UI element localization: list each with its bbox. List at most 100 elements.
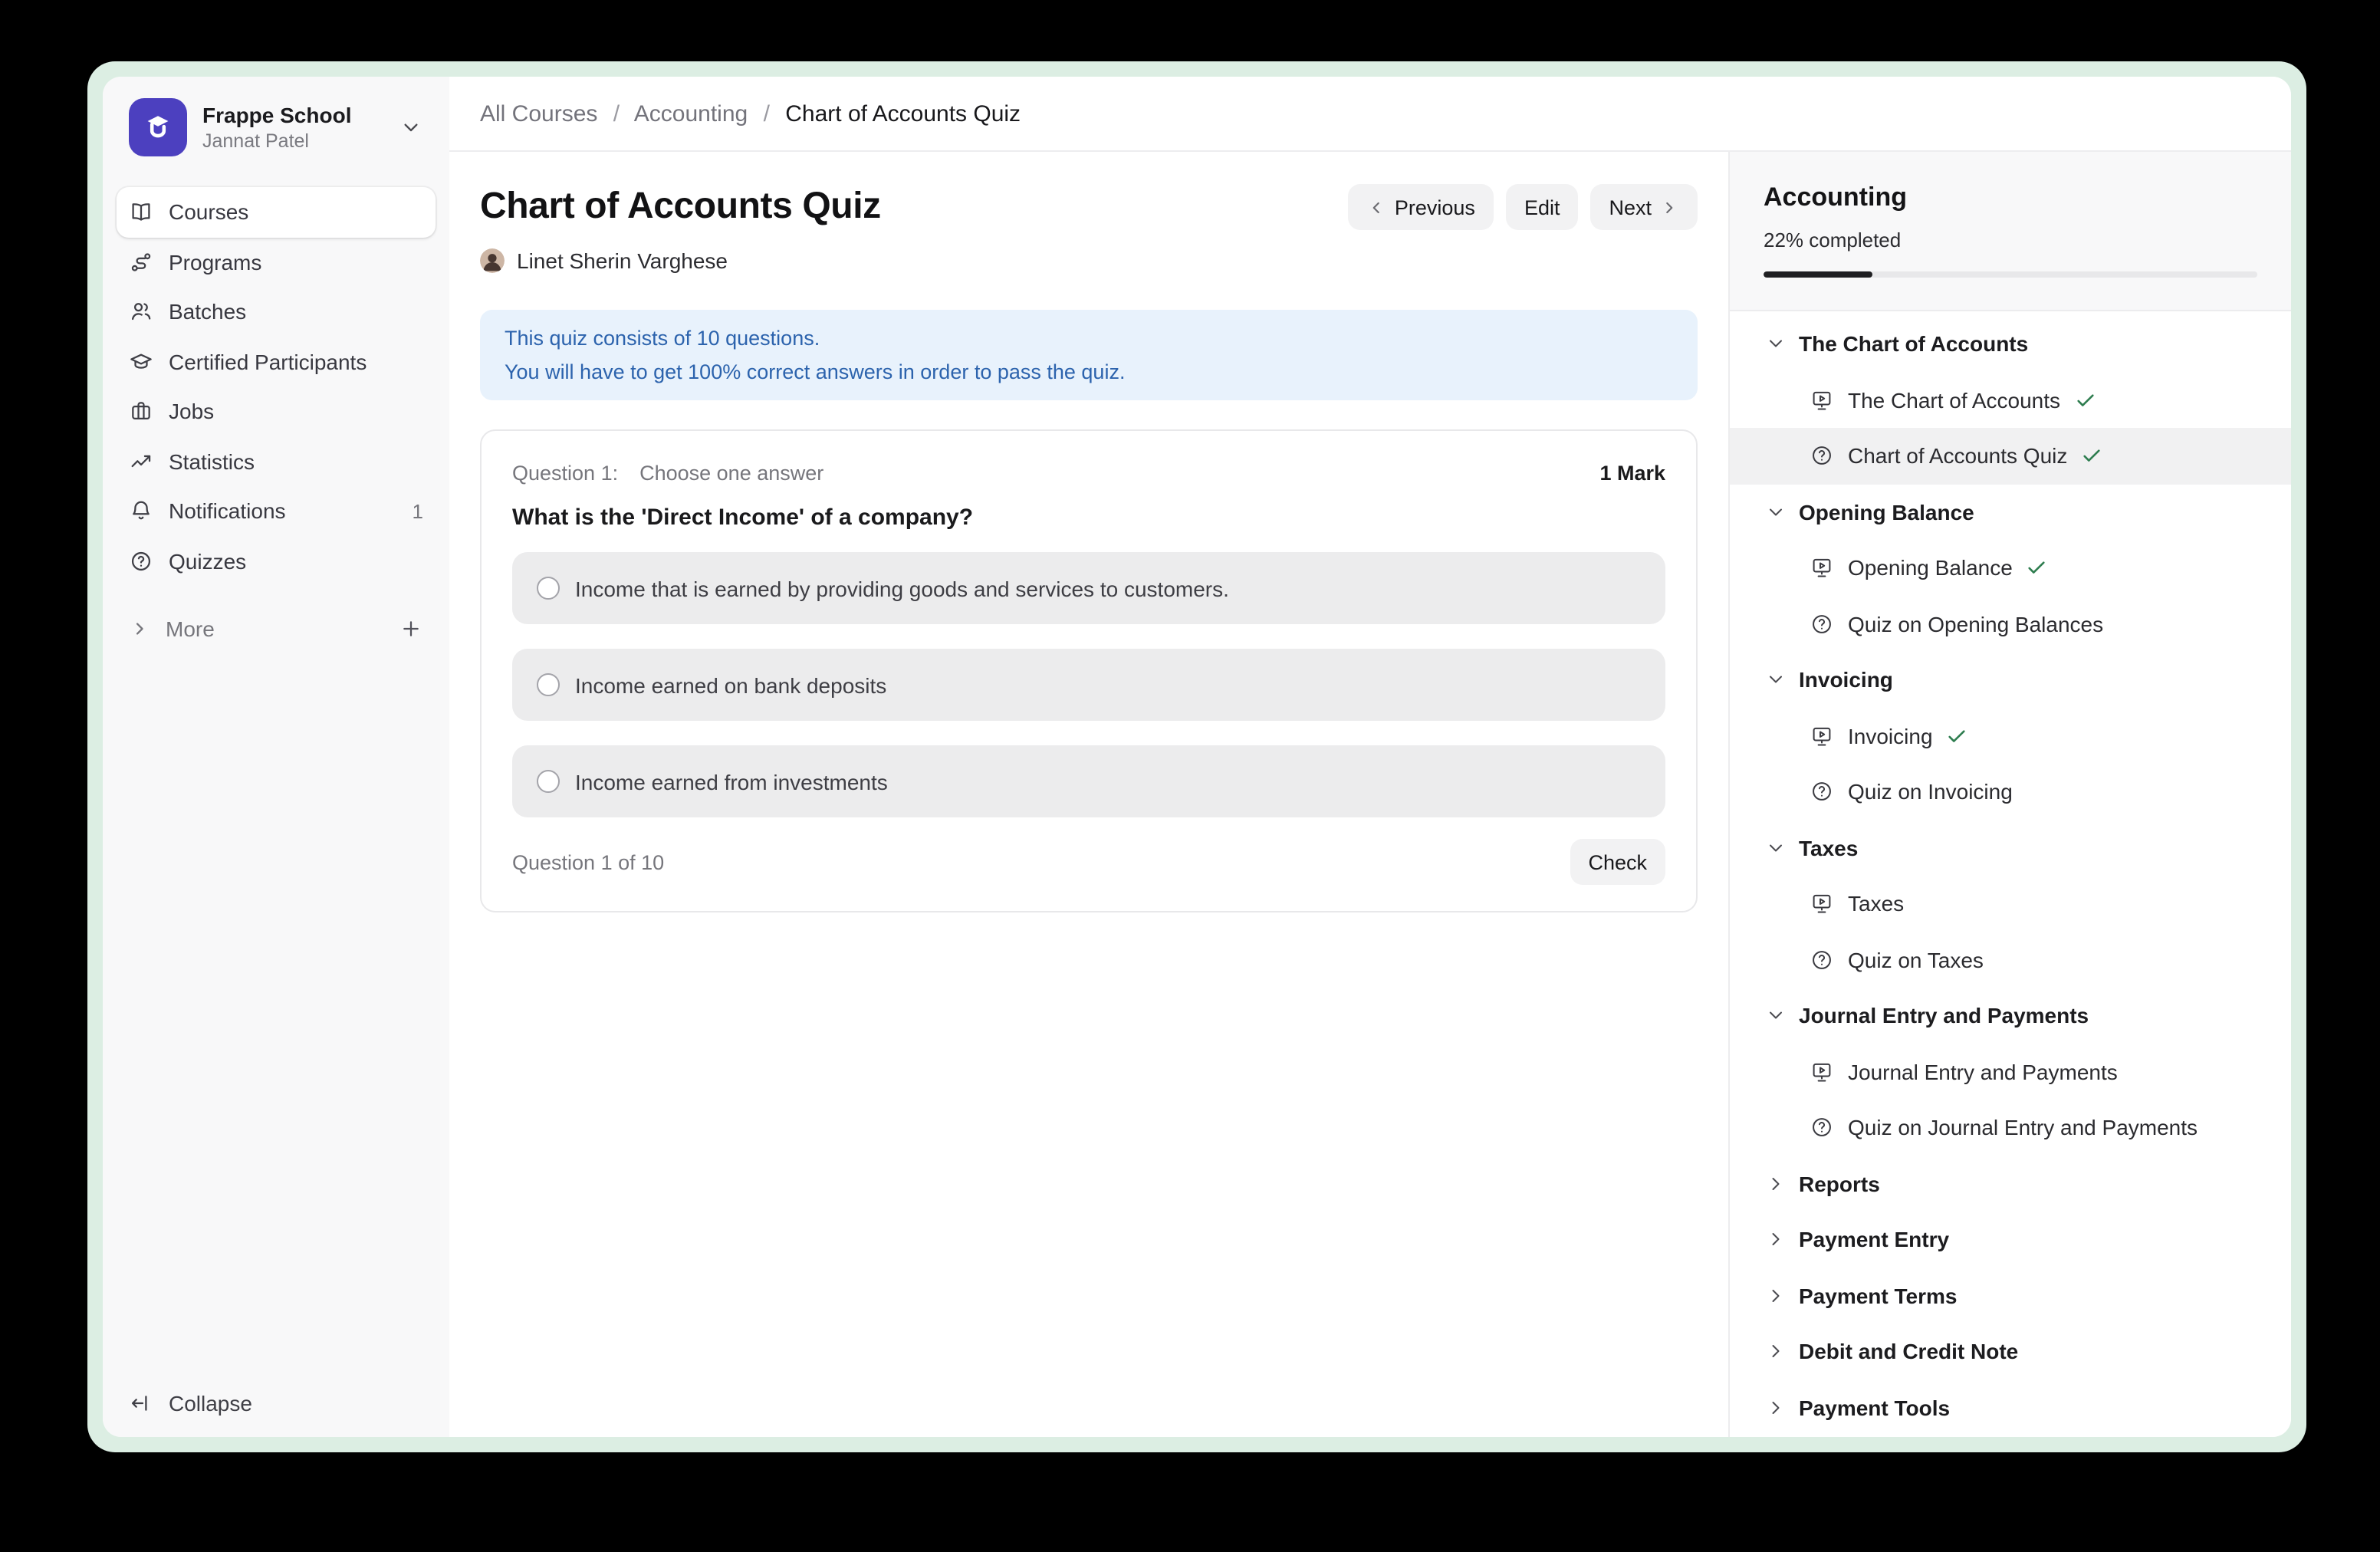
section-title: Payment Terms xyxy=(1799,1284,1957,1308)
app-window: Frappe School Jannat Patel Courses Progra… xyxy=(87,61,2306,1452)
workspace-switcher[interactable]: Frappe School Jannat Patel xyxy=(117,92,436,163)
section-title: Taxes xyxy=(1799,836,1858,860)
notification-count-badge: 1 xyxy=(413,500,423,523)
sidebar-item-label: Certified Participants xyxy=(169,350,367,374)
sidebar-item-more[interactable]: More xyxy=(117,604,436,653)
outline-item-label: Taxes xyxy=(1848,892,1904,916)
outline-section-journal-entry-and-payments[interactable]: Journal Entry and Payments xyxy=(1730,988,2291,1044)
outline-item-taxes[interactable]: Taxes xyxy=(1730,876,2291,932)
outline-item-quiz-on-opening-balances[interactable]: Quiz on Opening Balances xyxy=(1730,596,2291,652)
radio-icon[interactable] xyxy=(537,673,560,696)
course-outline: The Chart of Accounts The Chart of Accoun… xyxy=(1730,311,2291,1437)
outline-item-opening-balance[interactable]: Opening Balance xyxy=(1730,540,2291,596)
breadcrumb-all-courses[interactable]: All Courses xyxy=(480,100,597,127)
outline-section-opening-balance[interactable]: Opening Balance xyxy=(1730,484,2291,540)
quiz-footer: Question 1 of 10 Check xyxy=(512,839,1665,885)
sidebar-item-batches[interactable]: Batches xyxy=(117,287,436,337)
frappe-school-logo-icon xyxy=(129,98,187,156)
trending-up-icon xyxy=(129,449,153,474)
outline-item-quiz-on-taxes[interactable]: Quiz on Taxes xyxy=(1730,932,2291,988)
breadcrumb-separator: / xyxy=(764,100,770,127)
radio-icon[interactable] xyxy=(537,577,560,600)
question-header: Question 1: Choose one answer 1 Mark xyxy=(512,462,1665,485)
chevron-down-icon xyxy=(1767,1007,1785,1025)
course-progress-fill xyxy=(1764,271,1872,278)
sidebar-item-certified-participants[interactable]: Certified Participants xyxy=(117,337,436,386)
sidebar-item-programs[interactable]: Programs xyxy=(117,237,436,287)
lesson-icon xyxy=(1810,892,1834,916)
book-open-icon xyxy=(129,200,153,225)
section-title: Invoicing xyxy=(1799,668,1893,692)
quiz-icon xyxy=(1810,780,1834,804)
section-title: The Chart of Accounts xyxy=(1799,332,2028,357)
chevron-right-icon xyxy=(1767,1287,1785,1305)
completed-check-icon xyxy=(2027,557,2048,579)
bell-icon xyxy=(129,499,153,524)
option-label: Income earned on bank deposits xyxy=(575,672,886,697)
breadcrumb: All Courses / Accounting / Chart of Acco… xyxy=(480,100,1021,127)
outline-section-the-chart-of-accounts[interactable]: The Chart of Accounts xyxy=(1730,316,2291,372)
outline-section-reports[interactable]: Reports xyxy=(1730,1156,2291,1212)
outline-item-quiz-on-journal-entry-and-payments[interactable]: Quiz on Journal Entry and Payments xyxy=(1730,1100,2291,1156)
lesson-icon xyxy=(1810,724,1834,748)
workspace-user: Jannat Patel xyxy=(202,130,351,153)
section-title: Opening Balance xyxy=(1799,500,1974,524)
outline-item-label: Journal Entry and Payments xyxy=(1848,1060,2118,1084)
quiz-icon xyxy=(1810,612,1834,636)
previous-button[interactable]: Previous xyxy=(1349,184,1494,230)
outline-item-journal-entry-and-payments[interactable]: Journal Entry and Payments xyxy=(1730,1044,2291,1100)
outline-section-payment-tools[interactable]: Payment Tools xyxy=(1730,1379,2291,1435)
outline-item-the-chart-of-accounts[interactable]: The Chart of Accounts xyxy=(1730,372,2291,428)
briefcase-icon xyxy=(129,400,153,424)
outline-section-payment-entry[interactable]: Payment Entry xyxy=(1730,1212,2291,1268)
outline-section-taxes[interactable]: Taxes xyxy=(1730,820,2291,876)
sidebar-item-notifications[interactable]: Notifications 1 xyxy=(117,486,436,536)
chevron-down-icon xyxy=(1767,671,1785,689)
sidebar-nav: Courses Programs Batches Certified Particip… xyxy=(103,187,449,586)
breadcrumb-separator: / xyxy=(613,100,620,127)
collapse-sidebar-button[interactable]: Collapse xyxy=(117,1379,436,1428)
sidebar-item-statistics[interactable]: Statistics xyxy=(117,436,436,486)
course-completed-label: 22% completed xyxy=(1764,229,2257,252)
section-title: Payment Entry xyxy=(1799,1228,1949,1252)
sidebar-item-label: Notifications xyxy=(169,499,286,524)
sidebar-item-quizzes[interactable]: Quizzes xyxy=(117,536,436,586)
quiz-option-1[interactable]: Income that is earned by providing goods… xyxy=(512,552,1665,624)
section-title: Journal Entry and Payments xyxy=(1799,1004,2089,1028)
outline-item-chart-of-accounts-quiz[interactable]: Chart of Accounts Quiz xyxy=(1730,428,2291,484)
outline-section-payment-terms[interactable]: Payment Terms xyxy=(1730,1268,2291,1323)
outline-item-quiz-on-invoicing[interactable]: Quiz on Invoicing xyxy=(1730,764,2291,820)
breadcrumb-current: Chart of Accounts Quiz xyxy=(785,100,1021,127)
chevron-down-icon xyxy=(1767,503,1785,521)
sidebar-item-jobs[interactable]: Jobs xyxy=(117,386,436,436)
check-button[interactable]: Check xyxy=(1570,839,1665,885)
breadcrumb-accounting[interactable]: Accounting xyxy=(634,100,748,127)
section-title: Debit and Credit Note xyxy=(1799,1340,2018,1364)
left-sidebar: Frappe School Jannat Patel Courses Progra… xyxy=(103,77,449,1437)
question-progress: Question 1 of 10 xyxy=(512,850,664,873)
screen: Frappe School Jannat Patel Courses Progra… xyxy=(0,0,2380,1552)
plus-icon[interactable] xyxy=(399,617,423,641)
edit-button[interactable]: Edit xyxy=(1506,184,1579,230)
lesson-icon xyxy=(1810,1060,1834,1084)
programs-icon xyxy=(129,250,153,275)
completed-check-icon xyxy=(1947,725,1968,747)
completed-check-icon xyxy=(2074,390,2096,411)
radio-icon[interactable] xyxy=(537,770,560,793)
app-frame: Frappe School Jannat Patel Courses Progra… xyxy=(103,77,2291,1437)
outline-section-debit-and-credit-note[interactable]: Debit and Credit Note xyxy=(1730,1323,2291,1379)
sidebar-item-courses[interactable]: Courses xyxy=(117,187,436,237)
outline-item-invoicing[interactable]: Invoicing xyxy=(1730,708,2291,764)
outline-section-invoicing[interactable]: Invoicing xyxy=(1730,652,2291,708)
quiz-option-2[interactable]: Income earned on bank deposits xyxy=(512,649,1665,721)
section-title: Payment Tools xyxy=(1799,1396,1950,1420)
quiz-option-3[interactable]: Income earned from investments xyxy=(512,745,1665,817)
collapse-left-icon xyxy=(129,1391,153,1416)
outline-item-label: Quiz on Journal Entry and Payments xyxy=(1848,1116,2198,1140)
next-button[interactable]: Next xyxy=(1590,184,1698,230)
content-row: Chart of Accounts Quiz Previous Edit xyxy=(449,152,2291,1437)
sidebar-item-label: Programs xyxy=(169,250,261,275)
chevron-right-icon xyxy=(1767,1343,1785,1361)
chevron-right-icon xyxy=(1659,197,1679,217)
course-title: Accounting xyxy=(1764,181,2257,215)
